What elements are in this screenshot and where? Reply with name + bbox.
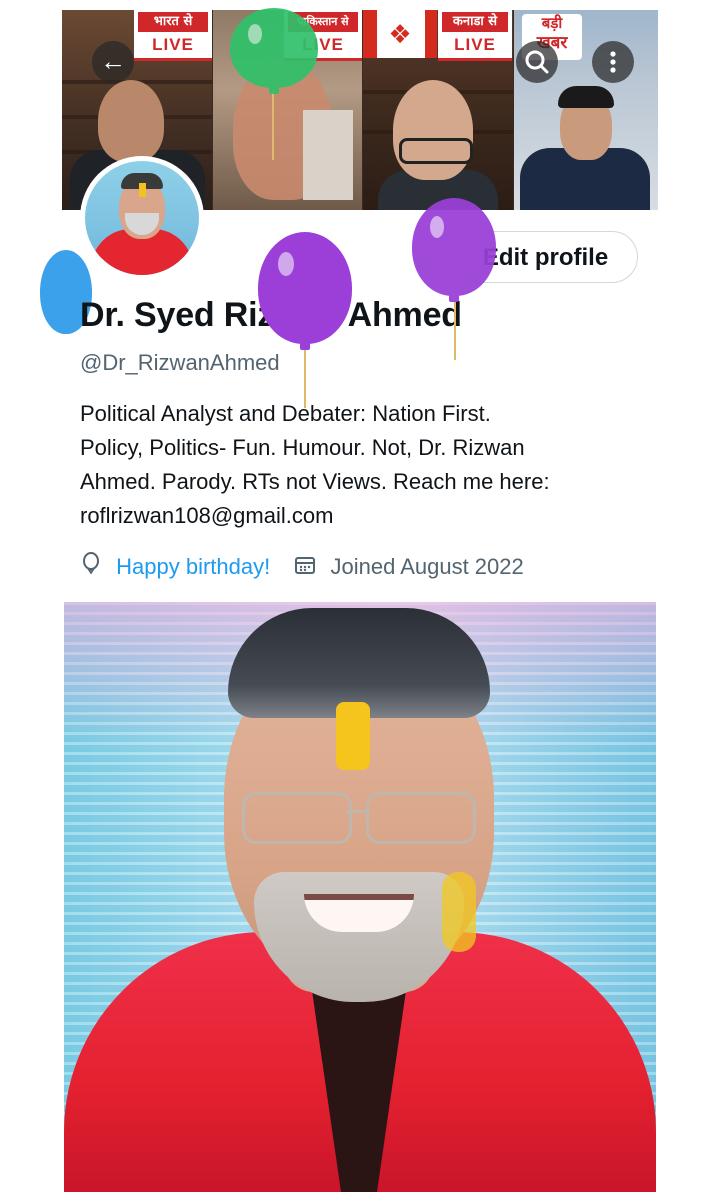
glasses-bridge bbox=[346, 810, 366, 813]
balloon-string bbox=[304, 348, 306, 408]
bio-line: Political Analyst and Debater: Nation Fi… bbox=[80, 401, 491, 426]
maple-leaf-icon: ❖ bbox=[388, 19, 412, 49]
live-tag-hindi: कनाडा से bbox=[442, 12, 508, 32]
flag-band-left bbox=[363, 10, 377, 58]
glasses-left-lens bbox=[242, 792, 352, 844]
balloon-green-icon bbox=[230, 8, 318, 94]
glasses-right-lens bbox=[366, 792, 476, 844]
live-tag-english: LIVE bbox=[454, 35, 496, 54]
bio-line: Policy, Politics- Fun. Humour. Not, Dr. … bbox=[80, 435, 525, 460]
balloon-purple-icon bbox=[412, 198, 496, 302]
avatar-photo bbox=[85, 161, 199, 275]
flag-band-right bbox=[425, 10, 437, 58]
calendar-icon bbox=[294, 553, 316, 585]
search-icon[interactable] bbox=[516, 41, 558, 83]
live-tag-hindi: भारत से bbox=[138, 12, 208, 32]
profile-handle: @Dr_RizwanAhmed bbox=[80, 350, 280, 375]
color-powder bbox=[442, 872, 476, 952]
bio-line: Ahmed. Parody. RTs not Views. Reach me h… bbox=[80, 469, 550, 494]
more-vertical-icon[interactable] bbox=[592, 41, 634, 83]
breaking-news-line1: बड़ी bbox=[541, 14, 563, 32]
profile-avatar[interactable] bbox=[80, 156, 204, 280]
back-arrow-icon[interactable]: ← bbox=[92, 41, 134, 83]
balloon-string bbox=[454, 300, 456, 360]
canada-flag: ❖ bbox=[377, 10, 425, 58]
live-tag-india: भारत से LIVE bbox=[134, 10, 212, 61]
balloon-outline-icon bbox=[80, 551, 102, 586]
live-tag-canada: कनाडा से LIVE bbox=[438, 10, 512, 61]
balloon-string bbox=[272, 90, 274, 160]
tilak-mark bbox=[336, 702, 370, 770]
bio-line[interactable]: roflrizwan108@gmail.com bbox=[80, 499, 640, 533]
profile-bio: Political Analyst and Debater: Nation Fi… bbox=[80, 397, 640, 533]
featured-photo[interactable] bbox=[64, 602, 656, 1192]
profile-meta: Happy birthday! Joined August 2022 bbox=[80, 551, 524, 583]
joined-date: Joined August 2022 bbox=[330, 554, 524, 580]
balloon-purple-icon bbox=[258, 232, 352, 350]
birthday-link[interactable]: Happy birthday! bbox=[116, 554, 270, 579]
live-tag-english: LIVE bbox=[152, 35, 194, 54]
